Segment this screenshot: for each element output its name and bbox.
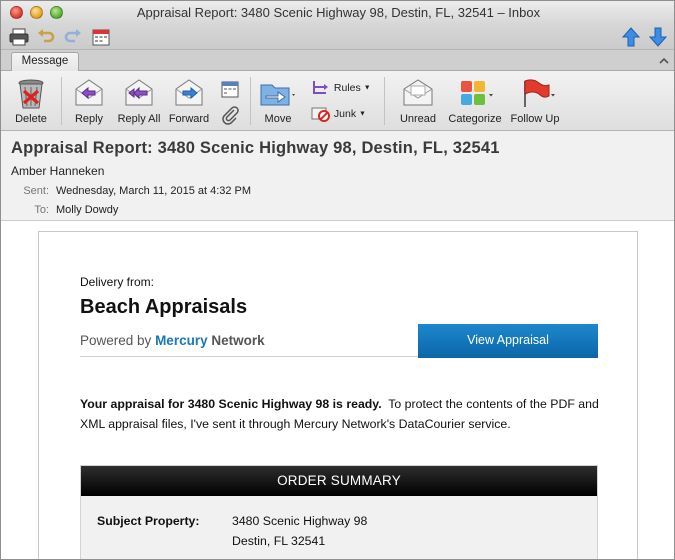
envelope-unread-icon — [403, 79, 433, 106]
delete-label: Delete — [15, 113, 47, 125]
forward-label: Forward — [168, 113, 210, 125]
to-label: To: — [34, 204, 49, 216]
chevron-down-icon: ▼ — [359, 110, 366, 118]
ribbon-separator — [61, 77, 62, 125]
window-title: Appraisal Report: 3480 Scenic Highway 98… — [136, 5, 541, 20]
ribbon-separator — [384, 77, 385, 125]
divider — [80, 356, 418, 357]
ribbon-separator — [250, 77, 251, 125]
attachment-icon — [222, 106, 239, 125]
move-button[interactable]: Move — [255, 71, 301, 131]
chevron-up-icon[interactable] — [658, 54, 670, 66]
mercury-brand[interactable]: Mercury — [155, 333, 208, 348]
tab-message[interactable]: Message — [11, 52, 79, 71]
print-icon[interactable] — [9, 27, 29, 47]
view-appraisal-button[interactable]: View Appraisal — [418, 324, 598, 358]
reply-all-icon — [125, 79, 153, 106]
subject-property-label: Subject Property: — [97, 514, 200, 528]
calendar-icon[interactable] — [91, 27, 111, 47]
sender-name[interactable]: Amber Hanneken — [11, 164, 104, 178]
powered-by-text: Powered by — [80, 333, 152, 348]
arrow-up-icon[interactable] — [620, 26, 642, 48]
forward-icon — [175, 79, 203, 106]
attachment-button[interactable] — [220, 105, 242, 125]
subject-property-line1: 3480 Scenic Highway 98 — [232, 514, 368, 528]
sent-value: Wednesday, March 11, 2015 at 4:32 PM — [56, 185, 252, 197]
arrow-down-icon[interactable] — [647, 26, 669, 48]
email-card: Delivery from: Beach Appraisals Powered … — [38, 231, 638, 559]
undo-icon[interactable] — [36, 27, 56, 47]
follow-up-label: Follow Up — [510, 113, 560, 125]
message-header: Appraisal Report: 3480 Scenic Highway 98… — [1, 131, 674, 221]
ribbon: Delete Reply Reply All Forward Move Rule… — [1, 71, 674, 131]
categorize-label: Categorize — [448, 113, 502, 125]
quick-access-toolbar — [1, 25, 674, 50]
reply-label: Reply — [74, 113, 104, 125]
ready-paragraph: Your appraisal for 3480 Scenic Highway 9… — [80, 394, 600, 434]
reply-all-button[interactable]: Reply All — [113, 71, 165, 131]
ribbon-tab-row: Message — [1, 50, 674, 71]
delete-button[interactable]: Delete — [9, 71, 53, 131]
rules-icon — [313, 81, 328, 94]
sent-label: Sent: — [23, 185, 49, 197]
company-name: Beach Appraisals — [80, 296, 248, 318]
mail-window: Appraisal Report: 3480 Scenic Highway 98… — [0, 0, 675, 560]
reply-all-label: Reply All — [117, 113, 161, 125]
forward-button[interactable]: Forward — [167, 71, 211, 131]
categorize-button[interactable]: Categorize — [445, 71, 505, 131]
delivery-from: Delivery from: — [80, 275, 155, 289]
meeting-button[interactable] — [220, 79, 242, 99]
to-value[interactable]: Molly Dowdy — [56, 204, 118, 216]
rules-button[interactable]: Rules ▼ — [311, 79, 373, 99]
unread-button[interactable]: Unread — [395, 71, 441, 131]
powered-by: Powered by Mercury Network — [80, 333, 265, 348]
trash-icon — [18, 79, 44, 109]
move-label: Move — [264, 113, 292, 125]
title-bar: Appraisal Report: 3480 Scenic Highway 98… — [1, 1, 674, 25]
order-summary: ORDER SUMMARY Subject Property: 3480 Sce… — [80, 465, 598, 559]
flag-icon — [524, 79, 555, 107]
junk-label: Junk — [333, 108, 357, 120]
junk-icon — [311, 107, 330, 122]
order-summary-title: ORDER SUMMARY — [81, 466, 597, 496]
chevron-down-icon: ▼ — [363, 84, 371, 92]
message-subject: Appraisal Report: 3480 Scenic Highway 98… — [11, 139, 500, 157]
rules-label: Rules — [333, 82, 361, 94]
unread-label: Unread — [399, 113, 437, 125]
junk-button[interactable]: Junk ▼ — [311, 105, 373, 125]
meeting-icon — [221, 81, 239, 98]
network-brand[interactable]: Network — [211, 333, 264, 348]
follow-up-button[interactable]: Follow Up — [507, 71, 563, 131]
categorize-icon — [461, 81, 493, 105]
folder-move-icon — [260, 84, 295, 106]
message-body: Delivery from: Beach Appraisals Powered … — [1, 221, 674, 559]
reply-icon — [75, 79, 103, 106]
subject-property-line2: Destin, FL 32541 — [232, 534, 326, 548]
ready-bold-text: Your appraisal for 3480 Scenic Highway 9… — [80, 397, 382, 411]
redo-icon[interactable] — [63, 27, 83, 47]
reply-button[interactable]: Reply — [69, 71, 109, 131]
